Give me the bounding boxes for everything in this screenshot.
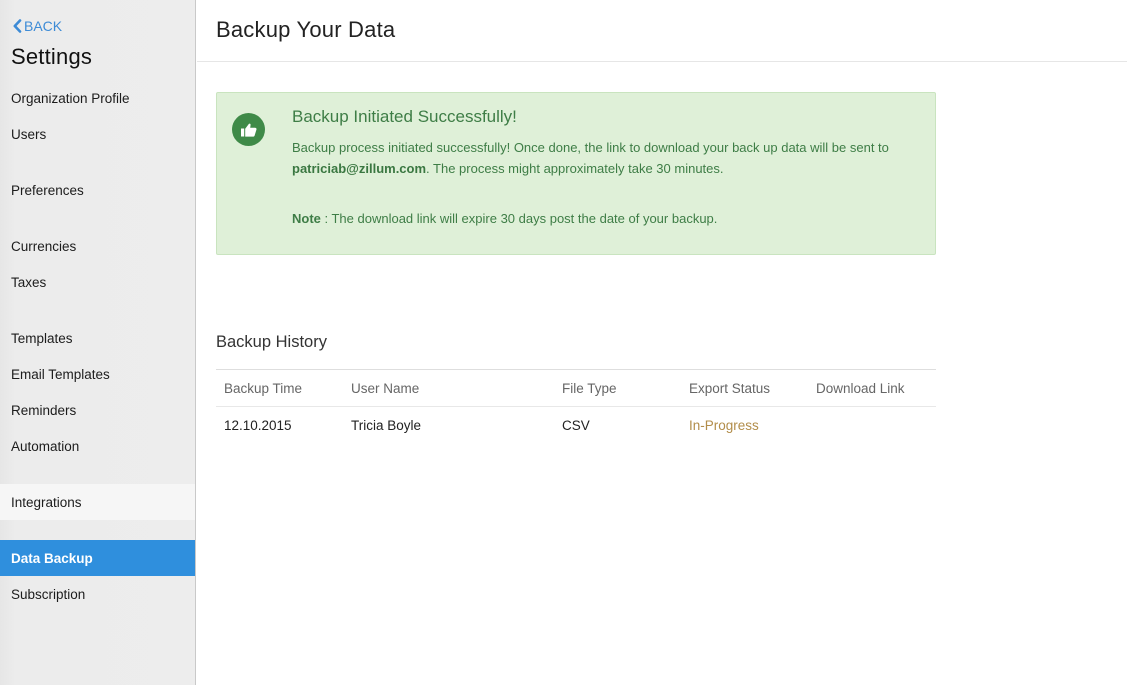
alert-title: Backup Initiated Successfully! [292,107,517,127]
sidebar-item-label: Organization Profile [11,91,130,106]
sidebar-item-reminders[interactable]: Reminders [0,392,195,428]
table-header-row: Backup Time User Name File Type Export S… [216,370,936,407]
sidebar-item-templates[interactable]: Templates [0,320,195,356]
cell-backup-time: 12.10.2015 [216,418,343,433]
success-alert: Backup Initiated Successfully! Backup pr… [216,92,936,255]
thumbs-up-icon [232,113,265,146]
column-header-file-type: File Type [554,381,681,396]
alert-note: Note : The download link will expire 30 … [292,208,717,229]
settings-sidebar: BACK Settings Organization Profile Users… [0,0,196,685]
back-label: BACK [24,18,62,34]
column-header-download-link: Download Link [808,381,936,396]
column-header-user-name: User Name [343,381,554,396]
sidebar-item-label: Data Backup [11,551,93,566]
sidebar-item-organization-profile[interactable]: Organization Profile [0,80,195,116]
sidebar-item-label: Automation [11,439,79,454]
page-title: Backup Your Data [216,17,395,43]
sidebar-item-automation[interactable]: Automation [0,428,195,464]
alert-note-label: Note [292,211,321,226]
sidebar-item-label: Preferences [11,183,84,198]
back-link[interactable]: BACK [12,17,62,35]
sidebar-item-integrations[interactable]: Integrations [0,484,195,520]
sidebar-item-email-templates[interactable]: Email Templates [0,356,195,392]
sidebar-item-currencies[interactable]: Currencies [0,228,195,264]
sidebar-item-label: Currencies [11,239,76,254]
backup-history-title: Backup History [216,333,327,352]
sidebar-item-taxes[interactable]: Taxes [0,264,195,300]
column-header-export-status: Export Status [681,381,808,396]
sidebar-item-label: Email Templates [11,367,110,382]
alert-message-suffix: . The process might approximately take 3… [426,161,723,176]
sidebar-item-label: Users [11,127,46,142]
cell-file-type: CSV [554,418,681,433]
chevron-left-icon [12,19,22,33]
alert-email: patriciab@zillum.com [292,161,426,176]
alert-message-prefix: Backup process initiated successfully! O… [292,140,889,155]
sidebar-item-data-backup[interactable]: Data Backup [0,540,195,576]
sidebar-item-preferences[interactable]: Preferences [0,172,195,208]
alert-note-text: : The download link will expire 30 days … [321,211,718,226]
cell-user-name: Tricia Boyle [343,418,554,433]
sidebar-item-subscription[interactable]: Subscription [0,576,195,612]
main-content: Backup Your Data Backup Initiated Succes… [197,0,1127,685]
cell-export-status: In-Progress [681,418,808,433]
alert-message: Backup process initiated successfully! O… [292,137,927,179]
sidebar-item-label: Taxes [11,275,46,290]
sidebar-item-label: Reminders [11,403,76,418]
column-header-backup-time: Backup Time [216,381,343,396]
sidebar-item-label: Templates [11,331,73,346]
sidebar-item-users[interactable]: Users [0,116,195,152]
sidebar-title: Settings [11,44,92,70]
page-header: Backup Your Data [197,0,1127,62]
sidebar-item-label: Subscription [11,587,85,602]
backup-history-table: Backup Time User Name File Type Export S… [216,369,936,444]
sidebar-item-label: Integrations [11,495,82,510]
table-row: 12.10.2015 Tricia Boyle CSV In-Progress [216,407,936,444]
